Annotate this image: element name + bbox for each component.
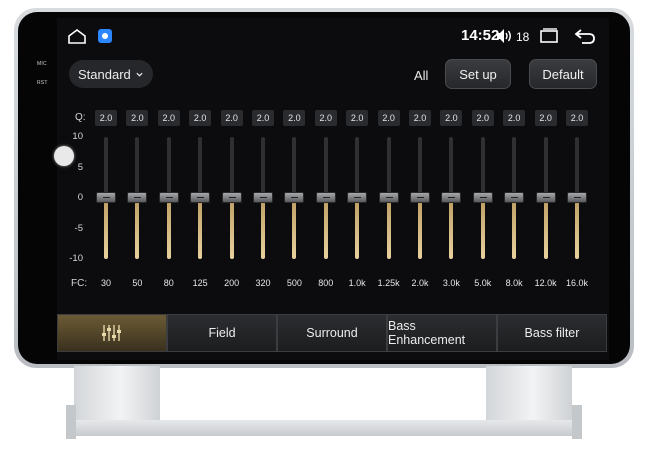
tab-bass-enhancement[interactable]: Bass Enhancement	[387, 314, 497, 352]
frequency-label: 500	[286, 278, 302, 288]
setup-button[interactable]: Set up	[445, 59, 511, 89]
volume-icon[interactable]	[496, 28, 513, 44]
frequency-label: 30	[100, 278, 111, 288]
eq-slider-knob[interactable]	[472, 192, 493, 203]
eq-slider-knob[interactable]	[535, 192, 556, 203]
eq-slider-knob[interactable]	[315, 192, 336, 203]
tab-equalizer[interactable]	[57, 314, 167, 352]
q-value-box[interactable]: 2.0	[252, 110, 274, 126]
eq-slider-knob[interactable]	[190, 192, 211, 203]
db-tick-label: -10	[69, 253, 83, 264]
mount-foot-right	[572, 405, 582, 439]
q-axis-label: Q:	[75, 112, 86, 123]
frequency-label: 80	[163, 278, 174, 288]
q-value-box[interactable]: 2.0	[566, 110, 588, 126]
app-shortcut-icon[interactable]	[98, 29, 112, 43]
db-tick-label: 0	[77, 192, 83, 203]
eq-slider-knob[interactable]	[347, 192, 368, 203]
eq-slider-knob[interactable]	[96, 192, 116, 203]
q-value-box[interactable]: 2.0	[95, 110, 117, 126]
frequency-label: 2.0k	[411, 278, 429, 288]
eq-slider-knob[interactable]	[441, 192, 462, 203]
frequency-label: 3.0k	[442, 278, 460, 288]
q-value-box[interactable]: 2.0	[440, 110, 463, 126]
q-value-box[interactable]: 2.0	[220, 110, 243, 126]
status-bar: 14:52 18	[57, 18, 609, 54]
frequency-label: 200	[224, 278, 240, 288]
equalizer-sliders-icon	[102, 325, 121, 341]
eq-slider-knob[interactable]	[221, 192, 242, 203]
db-tick-label: -5	[74, 222, 83, 234]
eq-slider-knob[interactable]	[284, 192, 305, 203]
q-value-box[interactable]: 2.0	[126, 110, 149, 126]
q-value-box[interactable]: 2.0	[189, 110, 212, 126]
eq-slider-knob[interactable]	[158, 192, 179, 203]
frequency-label: 125	[192, 278, 208, 288]
db-tick-label: 10	[72, 131, 83, 142]
all-toggle[interactable]: All	[414, 68, 428, 83]
q-value-box[interactable]: 2.0	[377, 110, 400, 126]
frequency-label: 1.0k	[348, 278, 366, 288]
home-icon[interactable]	[67, 28, 87, 44]
eq-slider-knob[interactable]	[567, 192, 587, 203]
frequency-label: 8.0k	[505, 278, 523, 288]
tab-bar: Field Surround Bass Enhancement Bass fil…	[57, 314, 609, 354]
q-value-box[interactable]: 2.0	[503, 110, 526, 126]
q-value-box[interactable]: 2.0	[157, 110, 180, 126]
tab-bass-filter[interactable]: Bass filter	[497, 314, 607, 352]
tab-field[interactable]: Field	[167, 314, 277, 352]
recent-apps-icon[interactable]	[539, 28, 559, 44]
frequency-label: 1.25k	[377, 278, 400, 288]
screen: 14:52 18 Standard All Set up Default Q: …	[57, 18, 609, 360]
preset-dropdown[interactable]: Standard	[69, 60, 153, 88]
eq-slider-knob[interactable]	[378, 192, 399, 203]
fc-axis-label: FC:	[71, 278, 88, 289]
preset-label: Standard	[78, 66, 131, 82]
mount-foot-left	[66, 405, 76, 439]
eq-slider-knob[interactable]	[410, 192, 430, 203]
default-button[interactable]: Default	[529, 59, 597, 89]
chevron-down-icon	[136, 72, 143, 77]
q-value-box[interactable]: 2.0	[409, 110, 431, 126]
reset-label[interactable]: RST	[37, 80, 48, 86]
q-value-box[interactable]: 2.0	[471, 110, 494, 126]
frequency-label: 800	[318, 278, 334, 288]
mic-label: MIC	[37, 61, 47, 67]
back-icon[interactable]	[574, 27, 596, 45]
frequency-label: 5.0k	[474, 278, 492, 288]
clock: 14:52	[461, 27, 500, 44]
frequency-label: 12.0k	[534, 278, 557, 288]
tab-surround[interactable]: Surround	[277, 314, 387, 352]
mount-bracket-bar	[74, 420, 572, 436]
q-value-box[interactable]: 2.0	[346, 110, 369, 126]
frequency-label: 16.0k	[565, 278, 589, 288]
eq-slider-knob[interactable]	[127, 192, 148, 203]
eq-slider-knob[interactable]	[253, 192, 273, 203]
eq-slider-knob[interactable]	[504, 192, 525, 203]
q-value-box[interactable]: 2.0	[534, 110, 557, 126]
q-value-box[interactable]: 2.0	[283, 110, 306, 126]
volume-level: 18	[516, 30, 530, 44]
frequency-label: 50	[132, 278, 143, 288]
q-value-box[interactable]: 2.0	[314, 110, 337, 126]
assistive-touch-button[interactable]	[54, 146, 74, 166]
frequency-label: 320	[255, 278, 271, 288]
